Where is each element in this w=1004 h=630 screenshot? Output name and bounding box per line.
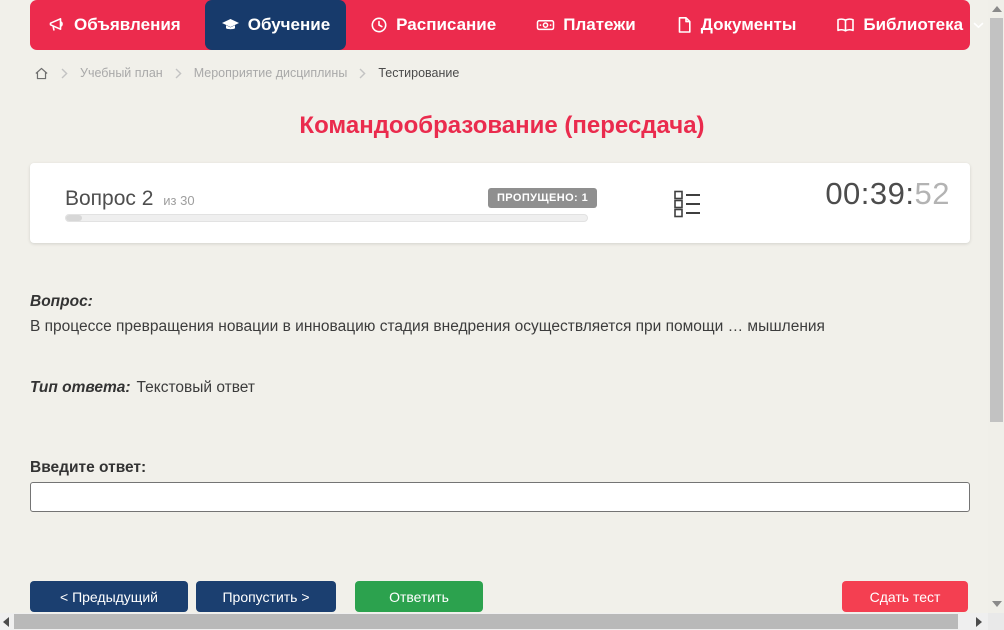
nav-item-label: Расписание (396, 15, 496, 35)
home-icon[interactable] (34, 66, 49, 81)
question-header-card: Вопрос 2 из 30 ПРОПУЩЕНО: 1 00:39:52 (30, 163, 970, 243)
megaphone-icon (48, 16, 66, 34)
book-icon (836, 16, 855, 34)
nav-item-label: Обучение (248, 15, 330, 35)
chevron-down-icon (973, 22, 984, 29)
horizontal-scrollbar-thumb[interactable] (14, 614, 958, 629)
question-total: из 30 (163, 193, 194, 208)
question-progress-bar (65, 214, 588, 222)
answer-type-row: Тип ответа: Текстовый ответ (30, 379, 255, 397)
breadcrumb-item-testing: Тестирование (378, 66, 459, 80)
question-list-icon[interactable] (674, 190, 701, 223)
breadcrumb: Учебный план Мероприятие дисциплины Тест… (34, 63, 459, 83)
scroll-up-arrow-icon[interactable] (992, 6, 1002, 12)
question-number: Вопрос 2 из 30 (65, 187, 195, 211)
submit-test-button[interactable]: Сдать тест (842, 581, 968, 612)
scroll-right-arrow-icon[interactable] (976, 617, 982, 627)
screen: Объявления Обучение Расписание (0, 0, 1004, 630)
nav-item-label: Платежи (563, 15, 636, 35)
chevron-right-icon (61, 68, 68, 79)
answer-type-value: Текстовый ответ (137, 379, 255, 396)
vertical-scrollbar-thumb[interactable] (990, 18, 1003, 422)
nav-item-education[interactable]: Обучение (205, 0, 346, 50)
answer-type-label: Тип ответа: (30, 379, 131, 396)
question-heading: Вопрос: (30, 293, 93, 311)
answer-input-label: Введите ответ: (30, 459, 146, 477)
question-number-label: Вопрос 2 (65, 187, 153, 210)
clock-icon (370, 16, 388, 34)
nav-item-label: Документы (701, 15, 797, 35)
banknote-icon (536, 16, 555, 34)
chevron-right-icon (359, 68, 366, 79)
nav-item-label: Объявления (74, 15, 181, 35)
previous-button[interactable]: < Предыдущий (30, 581, 188, 612)
breadcrumb-item-study-plan[interactable]: Учебный план (80, 66, 163, 80)
nav-item-payments[interactable]: Платежи (520, 0, 652, 50)
nav-item-label: Библиотека (863, 15, 963, 35)
chevron-right-icon (175, 68, 182, 79)
timer: 00:39:52 (825, 176, 950, 212)
timer-seconds: 52 (915, 176, 950, 211)
document-icon (676, 16, 693, 34)
page-title: Командообразование (пересдача) (0, 112, 1004, 140)
horizontal-scrollbar[interactable] (0, 613, 988, 630)
breadcrumb-item-discipline-event[interactable]: Мероприятие дисциплины (194, 66, 348, 80)
nav-item-announcements[interactable]: Объявления (32, 0, 197, 50)
nav-item-schedule[interactable]: Расписание (354, 0, 512, 50)
skipped-badge: ПРОПУЩЕНО: 1 (488, 188, 597, 208)
timer-hours-minutes: 00:39: (825, 176, 914, 211)
vertical-scrollbar[interactable] (988, 0, 1004, 613)
progress-fill (66, 215, 82, 221)
graduation-cap-icon (221, 16, 240, 34)
scroll-down-arrow-icon[interactable] (992, 601, 1002, 607)
scrollbar-corner (988, 613, 1004, 630)
skip-button[interactable]: Пропустить > (196, 581, 336, 612)
question-text: В процессе превращения новации в инновац… (30, 318, 960, 336)
nav-item-library[interactable]: Библиотека (820, 0, 1000, 50)
scroll-left-arrow-icon[interactable] (3, 617, 9, 627)
main-nav: Объявления Обучение Расписание (30, 0, 970, 50)
answer-input[interactable] (30, 482, 970, 512)
answer-button[interactable]: Ответить (355, 581, 483, 612)
nav-item-documents[interactable]: Документы (660, 0, 813, 50)
